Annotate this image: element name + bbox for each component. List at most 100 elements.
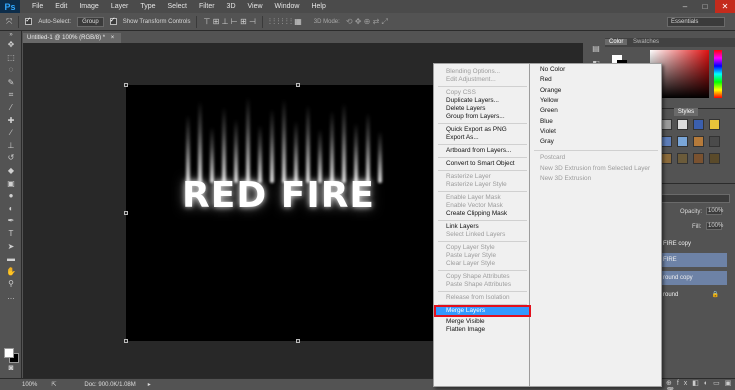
show-transform-checkbox[interactable] [109, 16, 117, 25]
submenu-item-green[interactable]: Green [540, 107, 558, 115]
marquee-tool-icon[interactable]: ⬚ [0, 52, 22, 65]
path-selection-tool-icon[interactable]: ➤ [0, 241, 22, 254]
style-swatch[interactable] [709, 153, 720, 164]
style-swatch[interactable] [677, 136, 688, 147]
type-tool-icon[interactable]: T [0, 228, 22, 241]
healing-brush-tool-icon[interactable]: ✚ [0, 115, 22, 128]
close-tab-icon[interactable]: × [111, 35, 115, 41]
brush-tool-icon[interactable]: ∕ [0, 127, 22, 140]
menu-type[interactable]: Type [134, 3, 161, 10]
export-icon[interactable]: ⇱ [51, 381, 56, 388]
menu-window[interactable]: Window [269, 3, 306, 10]
move-tool-icon[interactable]: ⤧ [6, 17, 12, 27]
menu-item-convert-to-smart-object[interactable]: Convert to Smart Object [446, 160, 515, 168]
menu-file[interactable]: File [26, 3, 49, 10]
menu-item-quick-export-as-png[interactable]: Quick Export as PNG [446, 126, 507, 134]
layer-row-selected[interactable]: FIRE [655, 253, 727, 267]
layer-filter-bar[interactable] [660, 194, 730, 203]
transform-handle[interactable] [296, 83, 300, 87]
zoom-tool-icon[interactable]: ⚲ [0, 278, 22, 291]
tab-swatches[interactable]: Swatches [629, 39, 663, 45]
crop-tool-icon[interactable]: ⌗ [0, 89, 22, 102]
canvas[interactable]: RED FIRE [126, 85, 471, 341]
transform-handle[interactable] [124, 211, 128, 215]
menu-item-export-as[interactable]: Export As... [446, 134, 479, 142]
move-tool-icon[interactable]: ✥ [0, 39, 22, 52]
menu-item-duplicate-layers[interactable]: Duplicate Layers... [446, 97, 499, 105]
tab-color[interactable]: Color [605, 39, 628, 45]
menu-image[interactable]: Image [73, 3, 104, 10]
submenu-item-orange[interactable]: Orange [540, 87, 561, 95]
style-swatch[interactable] [661, 136, 672, 147]
submenu-item-no-color[interactable]: No Color [540, 66, 565, 74]
menu-view[interactable]: View [242, 3, 269, 10]
menu-item-group-from-layers[interactable]: Group from Layers... [446, 113, 505, 121]
style-swatch[interactable] [709, 136, 720, 147]
align-icons[interactable]: ⊤ ⊞ ⊥ ⊢ ⊞ ⊣ [203, 17, 255, 26]
clone-stamp-tool-icon[interactable]: ⊥ [0, 140, 22, 153]
foreground-color-swatch[interactable] [4, 348, 14, 358]
dodge-tool-icon[interactable]: ◐ [0, 203, 22, 216]
menu-item-create-clipping-mask[interactable]: Create Clipping Mask [446, 210, 507, 218]
menu-item-merge-visible[interactable]: Merge Visible [446, 318, 485, 326]
quick-mask-icon[interactable]: ◙ [0, 362, 22, 375]
quick-select-tool-icon[interactable]: ✎ [0, 77, 22, 90]
status-menu-arrow-icon[interactable]: ▸ [148, 381, 151, 388]
menu-help[interactable]: Help [305, 3, 331, 10]
minimize-icon[interactable]: – [675, 0, 695, 13]
submenu-item-violet[interactable]: Violet [540, 128, 556, 136]
layer-row-selected[interactable]: round copy [655, 271, 727, 285]
menu-item-link-layers[interactable]: Link Layers [446, 223, 479, 231]
menu-item-merge-layers[interactable]: Merge Layers [446, 307, 485, 315]
style-swatch[interactable] [677, 119, 688, 130]
document-tab[interactable]: Untitled-1 @ 100% (RGB/8) * × [23, 33, 121, 43]
history-brush-tool-icon[interactable]: ↺ [0, 152, 22, 165]
style-swatch[interactable] [709, 119, 720, 130]
layer-row[interactable]: round 🔒 [655, 288, 727, 302]
distribute-icons[interactable]: ⫶ ⫶ ⫶ ⫶ ⫶ ⫶ ▦ [269, 17, 302, 27]
hue-slider[interactable] [714, 50, 722, 98]
menu-edit[interactable]: Edit [49, 3, 73, 10]
menu-filter[interactable]: Filter [193, 3, 221, 10]
close-icon[interactable]: ✕ [715, 0, 735, 13]
submenu-item-red[interactable]: Red [540, 76, 552, 84]
zoom-level[interactable]: 100% [22, 382, 37, 388]
collapse-toolbar-icon[interactable]: » [0, 31, 22, 39]
gradient-tool-icon[interactable]: ▣ [0, 178, 22, 191]
transform-handle[interactable] [124, 339, 128, 343]
submenu-item-blue[interactable]: Blue [540, 118, 553, 126]
eyedropper-tool-icon[interactable]: ⁄ [0, 102, 22, 115]
menu-layer[interactable]: Layer [105, 3, 135, 10]
blur-tool-icon[interactable]: ● [0, 190, 22, 203]
transform-handle[interactable] [296, 339, 300, 343]
3d-mode-icons[interactable]: ⟲ ✥ ⊕ ⇄ ⤢ [346, 17, 388, 27]
submenu-item-yellow[interactable]: Yellow [540, 97, 558, 105]
auto-select-checkbox[interactable] [25, 16, 33, 25]
menu-select[interactable]: Select [162, 3, 193, 10]
maximize-icon[interactable]: □ [695, 0, 715, 13]
menu-item-artboard-from-layers[interactable]: Artboard from Layers... [446, 147, 511, 155]
eraser-tool-icon[interactable]: ◆ [0, 165, 22, 178]
auto-select-dropdown[interactable]: Group [77, 16, 104, 27]
lasso-tool-icon[interactable]: ◌ [0, 64, 22, 77]
style-swatch[interactable] [693, 136, 704, 147]
history-icon[interactable]: ▤ [587, 44, 605, 53]
transform-handle[interactable] [124, 83, 128, 87]
submenu-item-gray[interactable]: Gray [540, 138, 554, 146]
workspace-dropdown[interactable]: Essentials [667, 17, 725, 27]
rectangle-tool-icon[interactable]: ▬ [0, 253, 22, 266]
style-swatch[interactable] [677, 153, 688, 164]
fill-field[interactable]: 100% [706, 222, 723, 230]
layer-actions-icons[interactable]: ⊕fx◧◐▭▣🗑 [666, 379, 732, 390]
style-swatch[interactable] [661, 153, 672, 164]
layer-row[interactable]: FIRE copy [655, 237, 727, 251]
menu-3d[interactable]: 3D [221, 3, 242, 10]
menu-item-delete-layers[interactable]: Delete Layers [446, 105, 485, 113]
tab-styles[interactable]: Styles [674, 108, 698, 116]
menu-item-flatten-image[interactable]: Flatten Image [446, 326, 485, 334]
style-swatch[interactable] [661, 119, 672, 130]
hand-tool-icon[interactable]: ✋ [0, 266, 22, 279]
style-swatch[interactable] [693, 119, 704, 130]
pen-tool-icon[interactable]: ✒ [0, 215, 22, 228]
more-tools-icon[interactable]: … [0, 291, 22, 304]
